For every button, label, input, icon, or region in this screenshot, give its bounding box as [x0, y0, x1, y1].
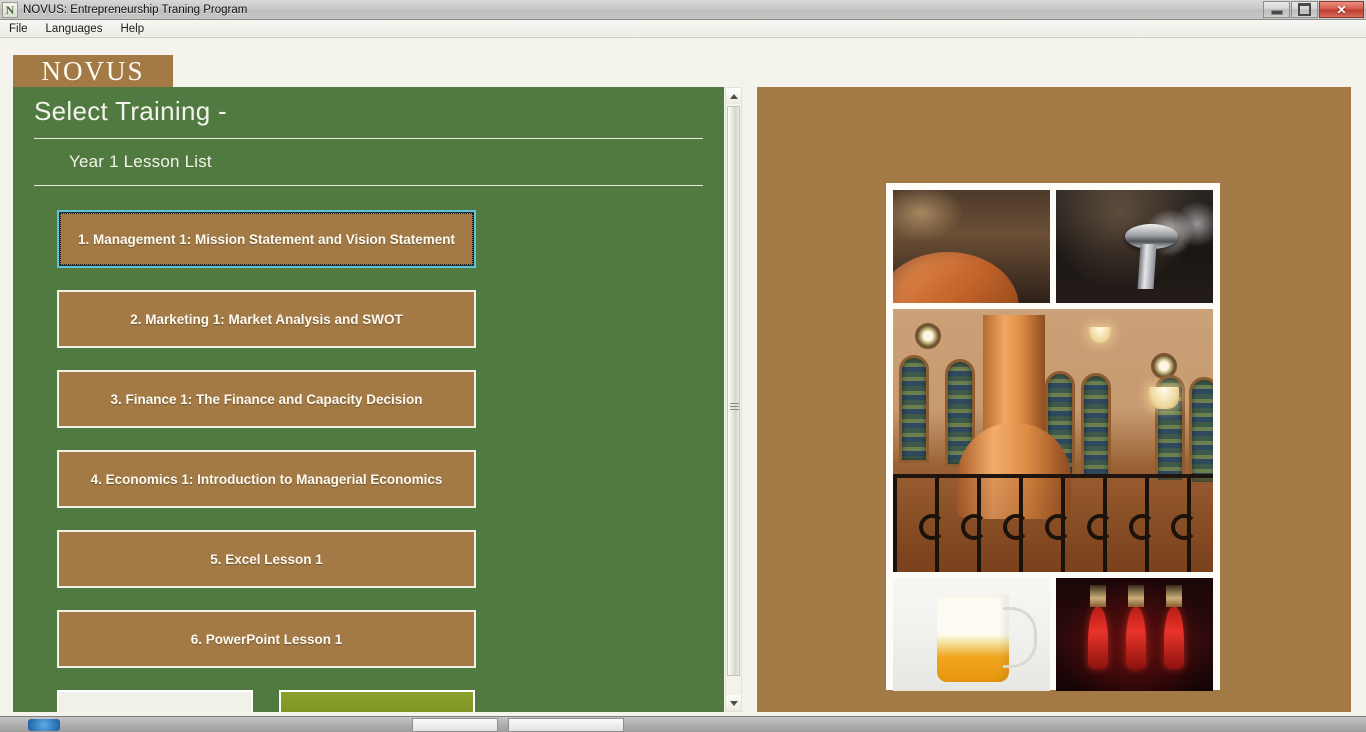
scroll-down-icon[interactable] — [726, 695, 741, 711]
title-bar: N NOVUS: Entrepreneurship Traning Progra… — [0, 0, 1366, 20]
photo-brewery-interior — [893, 309, 1213, 572]
app-icon: N — [2, 1, 18, 18]
iron-railing — [893, 474, 1213, 572]
maximize-restore-button[interactable] — [1291, 1, 1318, 18]
panel-subtitle: Year 1 Lesson List — [69, 152, 212, 171]
railing-scroll-ornament — [961, 514, 987, 540]
lesson-list: 1. Management 1: Mission Statement and V… — [13, 186, 724, 712]
panel-header: Select Training - Year 1 Lesson List — [13, 87, 724, 186]
photo-brewery-hall — [893, 190, 1050, 303]
lesson-button-6[interactable]: 6. PowerPoint Lesson 1 — [57, 610, 476, 668]
photo-row-middle — [893, 309, 1213, 572]
close-button[interactable]: ✕ — [1319, 1, 1364, 18]
logo-text: NOVUS — [41, 55, 145, 86]
railing-scroll-ornament — [1003, 514, 1029, 540]
lesson-button-2[interactable]: 2. Marketing 1: Market Analysis and SWOT — [57, 290, 476, 348]
arched-window — [1189, 377, 1213, 485]
window-controls: ✕ — [1263, 1, 1364, 18]
lesson-button-3[interactable]: 3. Finance 1: The Finance and Capacity D… — [57, 370, 476, 428]
lesson-label: 1. Management 1: Mission Statement and V… — [77, 231, 456, 247]
menu-item-help[interactable]: Help — [111, 20, 153, 38]
lesson-button-5[interactable]: 5. Excel Lesson 1 — [57, 530, 476, 588]
image-panel — [757, 87, 1351, 712]
arched-window — [1081, 373, 1111, 481]
application-window: N NOVUS: Entrepreneurship Traning Progra… — [0, 0, 1366, 732]
railing-scroll-ornament — [1087, 514, 1113, 540]
menu-item-languages[interactable]: Languages — [37, 20, 112, 38]
minimize-button[interactable] — [1263, 1, 1290, 18]
lesson-label: 2. Marketing 1: Market Analysis and SWOT — [130, 311, 403, 327]
content-area: NOVUS Select Training - Year 1 Lesson Li… — [0, 38, 1366, 716]
lesson-label: 5. Excel Lesson 1 — [210, 551, 323, 567]
rose-window-icon — [915, 323, 941, 349]
bottle-clip-icon — [1128, 584, 1144, 607]
arched-window — [899, 355, 929, 463]
lesson-button-1[interactable]: 1. Management 1: Mission Statement and V… — [57, 210, 476, 268]
photo-collage — [886, 183, 1220, 691]
photo-red-bottles — [1056, 578, 1213, 691]
window-title: NOVUS: Entrepreneurship Traning Program — [23, 3, 248, 16]
railing-scroll-ornament — [1045, 514, 1071, 540]
lesson-label: 4. Economics 1: Introduction to Manageri… — [90, 471, 443, 487]
bottle-clip-icon — [1166, 584, 1182, 607]
railing-scroll-ornament — [1129, 514, 1155, 540]
scroll-up-icon[interactable] — [726, 88, 741, 104]
pendant-lamp-icon — [1149, 387, 1179, 409]
inverted-bottle — [1126, 607, 1146, 670]
inverted-bottle — [1164, 607, 1184, 670]
railing-scroll-ornament — [1171, 514, 1197, 540]
training-selection-panel: Select Training - Year 1 Lesson List 1. … — [13, 87, 724, 712]
menu-bar: File Languages Help — [0, 20, 1366, 38]
photo-beer-taps — [1056, 190, 1213, 303]
photo-beer-glass — [893, 578, 1050, 691]
scrollbar-thumb[interactable] — [727, 106, 740, 676]
menu-item-file[interactable]: File — [0, 20, 37, 38]
lesson-label: 6. PowerPoint Lesson 1 — [190, 631, 343, 647]
secondary-action-button[interactable] — [57, 690, 253, 712]
photo-row-bottom — [893, 578, 1213, 691]
taskbar-item[interactable] — [412, 718, 498, 732]
bottle-clip-icon — [1090, 584, 1106, 607]
novus-logo: NOVUS — [13, 55, 173, 87]
railing-scroll-ornament — [919, 514, 945, 540]
os-taskbar[interactable] — [0, 716, 1366, 732]
photo-row-top — [893, 190, 1213, 303]
primary-action-button[interactable] — [279, 690, 475, 712]
vertical-scrollbar[interactable] — [725, 87, 742, 712]
lesson-button-4[interactable]: 4. Economics 1: Introduction to Manageri… — [57, 450, 476, 508]
bottom-action-row — [57, 690, 724, 712]
lesson-label: 3. Finance 1: The Finance and Capacity D… — [110, 391, 423, 407]
ceiling-lamp-icon — [1089, 327, 1111, 343]
start-button-icon[interactable] — [28, 719, 60, 731]
scrollbar-grip-icon — [730, 403, 739, 410]
taskbar-item[interactable] — [508, 718, 624, 732]
inverted-bottle — [1088, 607, 1108, 670]
page-title: Select Training - — [34, 96, 227, 126]
